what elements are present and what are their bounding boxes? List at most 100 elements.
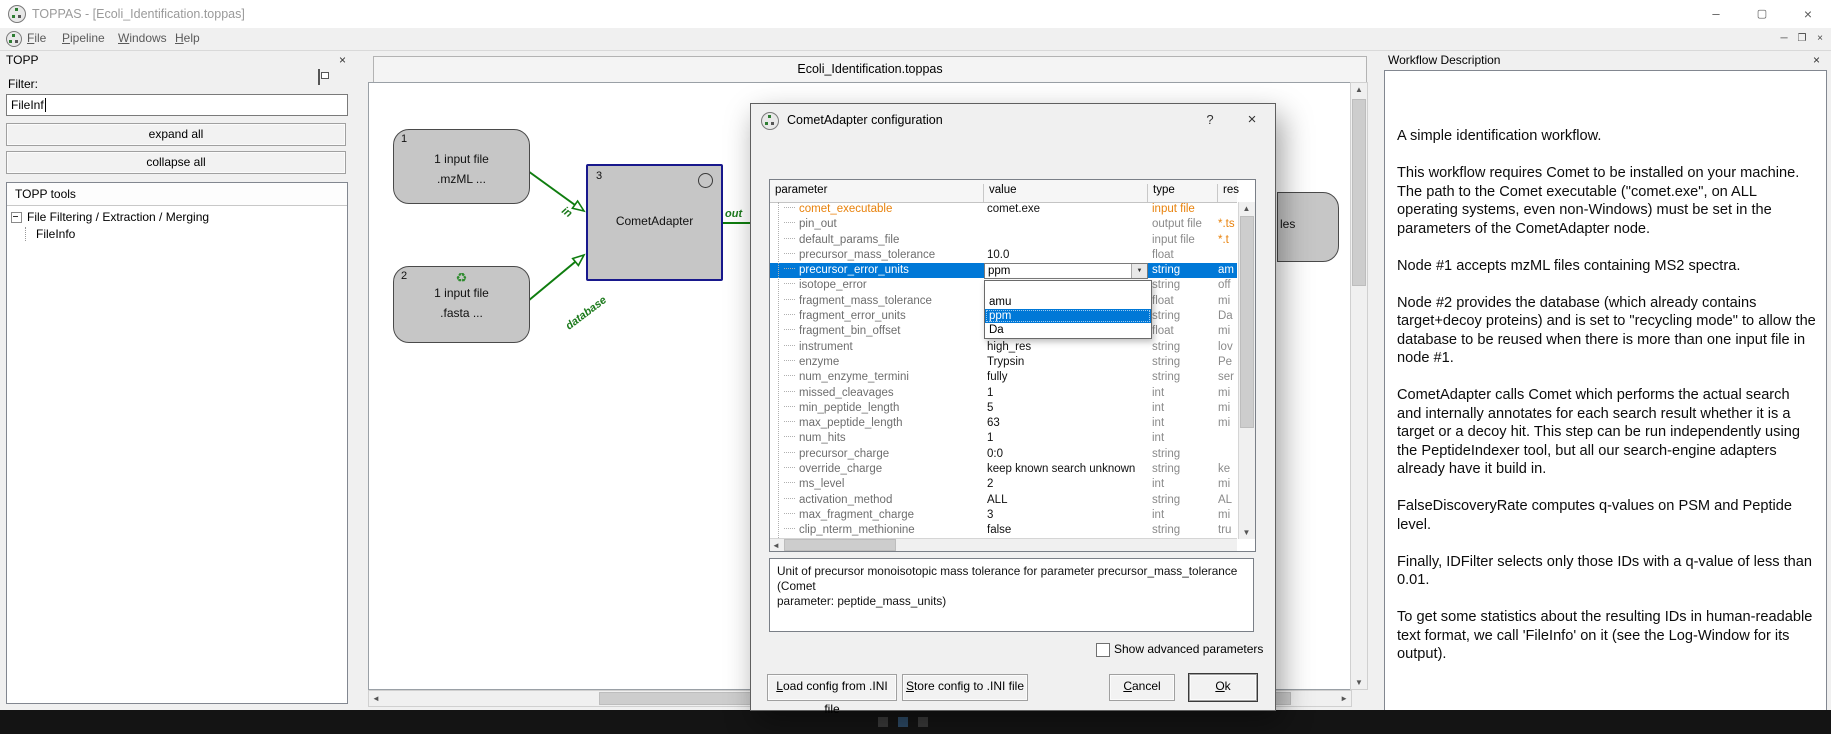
- tree-guide-line: [778, 202, 779, 538]
- cancel-button[interactable]: Cancel: [1109, 674, 1175, 701]
- scroll-up-icon[interactable]: ▲: [1239, 204, 1254, 213]
- menubar-app-icon: [6, 31, 22, 47]
- window-title: TOPPAS - [Ecoli_Identification.toppas]: [32, 7, 245, 21]
- dialog-title-bar[interactable]: CometAdapter configuration ? ×: [751, 104, 1275, 136]
- close-icon[interactable]: ×: [1785, 0, 1831, 28]
- param-row[interactable]: precursor_charge0:0string: [770, 447, 1237, 462]
- filter-input[interactable]: FileInf: [6, 94, 348, 116]
- scroll-up-icon[interactable]: ▲: [1351, 85, 1367, 94]
- param-row[interactable]: enzymeTrypsinstringPe: [770, 355, 1237, 370]
- canvas-vscrollbar[interactable]: ▲ ▼: [1350, 82, 1368, 690]
- header-type[interactable]: type: [1148, 184, 1218, 202]
- edge-label-out: out: [725, 208, 743, 220]
- param-row[interactable]: min_peptide_length5intmi: [770, 401, 1237, 416]
- table-hscroll-thumb[interactable]: [784, 539, 896, 551]
- scroll-left-icon[interactable]: ◄: [772, 541, 780, 550]
- app-icon: [8, 5, 26, 23]
- header-res[interactable]: res: [1218, 184, 1237, 202]
- param-row[interactable]: ms_level2intmi: [770, 477, 1237, 492]
- menu-pipeline[interactable]: Pipeline: [62, 31, 105, 45]
- dialog-app-icon: [761, 112, 779, 130]
- table-vscrollbar[interactable]: ▲ ▼: [1238, 202, 1255, 539]
- param-row[interactable]: clip_nterm_methioninefalsestringtru: [770, 523, 1237, 538]
- precursor-error-units-combobox[interactable]: ppm ▼: [984, 263, 1148, 279]
- param-row[interactable]: missed_cleavages1intmi: [770, 386, 1237, 401]
- scroll-down-icon[interactable]: ▼: [1239, 528, 1254, 537]
- recycle-icon: ♻: [394, 271, 529, 284]
- dropdown-option-ppm[interactable]: ppm: [985, 309, 1151, 323]
- filter-label: Filter:: [8, 77, 38, 91]
- close-panel-icon[interactable]: ×: [339, 54, 346, 66]
- taskbar-app-icon[interactable]: [918, 717, 928, 727]
- vscroll-thumb[interactable]: [1352, 99, 1366, 286]
- maximize-icon[interactable]: ▢: [1739, 0, 1785, 28]
- taskbar[interactable]: [0, 710, 1831, 734]
- canvas-tab[interactable]: Ecoli_Identification.toppas: [373, 56, 1367, 83]
- topp-tools-header: TOPP tools: [7, 183, 347, 206]
- mdi-close-icon[interactable]: ×: [1812, 31, 1828, 47]
- param-row[interactable]: num_enzyme_terminifullystringser: [770, 370, 1237, 385]
- scroll-left-icon[interactable]: ◄: [372, 694, 380, 703]
- node-partially-hidden[interactable]: les: [1277, 192, 1339, 262]
- menu-windows[interactable]: Windows: [118, 31, 167, 45]
- taskbar-app-icon[interactable]: [898, 717, 908, 727]
- param-row[interactable]: pin_outoutput file*.ts: [770, 217, 1237, 232]
- tree-group-file-filtering[interactable]: File Filtering / Extraction / Merging: [11, 210, 343, 224]
- scroll-right-icon[interactable]: ►: [1340, 694, 1348, 703]
- collapse-expander-icon[interactable]: [11, 212, 22, 223]
- menu-bar: [0, 28, 1831, 51]
- mdi-restore-icon[interactable]: ❐: [1794, 31, 1810, 47]
- menu-help[interactable]: Help: [175, 31, 200, 45]
- parameter-description-box: Unit of precursor monoisotopic mass tole…: [769, 558, 1254, 632]
- table-vscroll-thumb[interactable]: [1240, 216, 1254, 428]
- workflow-description-text: A simple identification workflow. This w…: [1385, 71, 1826, 692]
- table-body: comet_executablecomet.exeinput file pin_…: [770, 202, 1237, 539]
- arrowhead-database: [573, 255, 584, 265]
- edge-label-database: database: [564, 294, 609, 332]
- workflow-description-title: Workflow Description: [1388, 53, 1500, 67]
- show-advanced-checkbox[interactable]: [1096, 643, 1110, 657]
- help-icon[interactable]: ?: [1193, 104, 1227, 136]
- dropdown-option-amu[interactable]: amu: [985, 295, 1151, 309]
- scroll-down-icon[interactable]: ▼: [1351, 678, 1367, 687]
- dialog-close-icon[interactable]: ×: [1235, 104, 1269, 136]
- combobox-dropdown-icon[interactable]: ▼: [1131, 264, 1147, 278]
- store-config-button[interactable]: Store config to .INI file: [902, 674, 1028, 701]
- taskbar-app-icon[interactable]: [878, 717, 888, 727]
- topp-tools-box: TOPP tools File Filtering / Extraction /…: [6, 182, 348, 704]
- minimize-icon[interactable]: –: [1693, 0, 1739, 28]
- menu-file[interactable]: File: [27, 31, 46, 45]
- mdi-minimize-icon[interactable]: ─: [1776, 31, 1792, 47]
- table-header: parameter value type res: [770, 180, 1237, 203]
- node-input-mzml[interactable]: 1 1 input file .mzML ...: [393, 129, 530, 204]
- node-input-fasta[interactable]: 2 ♻ 1 input file .fasta ...: [393, 266, 530, 343]
- param-row[interactable]: default_params_fileinput file*.t: [770, 233, 1237, 248]
- dropdown-option-da[interactable]: Da: [985, 323, 1151, 337]
- load-config-button[interactable]: Load config from .INI file: [767, 674, 897, 701]
- node-cometadapter[interactable]: 3 CometAdapter: [586, 164, 723, 281]
- header-parameter[interactable]: parameter: [770, 184, 984, 202]
- table-hscrollbar[interactable]: ◄: [770, 538, 1237, 551]
- param-row[interactable]: override_chargekeep known search unknown…: [770, 462, 1237, 477]
- float-panel-icon[interactable]: [318, 69, 320, 85]
- title-bar: TOPPAS - [Ecoli_Identification.toppas] –…: [0, 0, 1831, 29]
- param-row[interactable]: comet_executablecomet.exeinput file: [770, 202, 1237, 217]
- ok-button[interactable]: Ok: [1189, 674, 1257, 701]
- param-row[interactable]: max_fragment_charge3intmi: [770, 508, 1237, 523]
- collapse-all-button[interactable]: collapse all: [6, 151, 346, 174]
- topp-panel-title: TOPP: [6, 53, 38, 67]
- expand-all-button[interactable]: expand all: [6, 123, 346, 146]
- show-advanced-label[interactable]: Show advanced parameters: [1114, 642, 1263, 656]
- param-row[interactable]: num_hits1int: [770, 431, 1237, 446]
- tree-item-fileinfo[interactable]: FileInfo: [25, 227, 343, 241]
- param-row[interactable]: activation_methodALLstringAL: [770, 493, 1237, 508]
- close-panel-icon[interactable]: ×: [1813, 54, 1820, 66]
- edge-label-in: in: [559, 205, 574, 221]
- param-row[interactable]: max_peptide_length63intmi: [770, 416, 1237, 431]
- header-value[interactable]: value: [984, 184, 1148, 202]
- param-row[interactable]: precursor_mass_tolerance10.0float: [770, 248, 1237, 263]
- param-row[interactable]: instrumenthigh_resstringlov: [770, 340, 1237, 355]
- units-dropdown-popup: amu ppm Da: [984, 280, 1152, 339]
- node-status-ring-icon: [698, 173, 713, 188]
- dropdown-option-blank[interactable]: [985, 281, 1151, 295]
